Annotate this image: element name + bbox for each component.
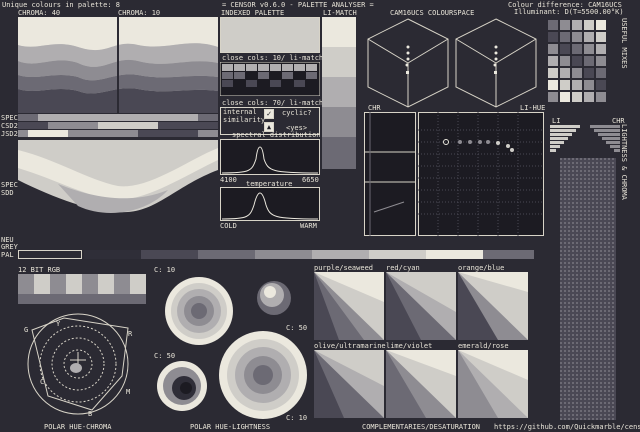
chroma-40-label: CHROMA: 40 [18, 9, 61, 17]
li-match-label: LI-MATCH [323, 9, 357, 17]
jsd2-label: JSD2 [1, 130, 18, 138]
hue-lightness-disc-c50-small [257, 281, 291, 315]
lightness-chroma-side-label: LIGHTNESS & CHROMA [620, 124, 628, 200]
li-hue-plot [418, 112, 544, 236]
csd2-label: CSD2 [1, 122, 18, 130]
pair-emerald-rose-label: emerald/rose [458, 342, 509, 350]
desaturation-triangle-red-cyan [386, 272, 456, 340]
wheel-b-label: B [88, 410, 93, 418]
li-bars-label: LI [552, 117, 561, 125]
indexed-palette-label: INDEXED PALETTE [221, 9, 285, 17]
spectral-distribution-chart [220, 139, 320, 175]
chroma-lightness-plot [18, 17, 218, 113]
useful-mixes-grid [548, 20, 606, 102]
desaturation-triangle-emerald-rose [458, 350, 528, 418]
pair-red-cyan-label: red/cyan [386, 264, 420, 272]
wheel-r-label: R [128, 330, 133, 338]
spec-label: SPEC [1, 114, 18, 122]
c50-left-label: C: 50 [154, 352, 176, 360]
pair-lime-violet-label: lime/violet [386, 342, 433, 350]
complementaries-label: COMPLEMENTARIES/DESATURATION [362, 423, 481, 431]
rgb12-label: 12 BIT RGB [18, 266, 61, 274]
grey-label: GREY [1, 243, 18, 251]
polar-hue-chroma-label: POLAR HUE-CHROMA [44, 423, 112, 431]
unique-colours-count: Unique colours in palette: 8 [2, 1, 121, 9]
palette-mix-column [560, 158, 616, 420]
close-cols-70-label: close cols: 70/ li-match [222, 99, 324, 107]
wheel-g-label: G [24, 326, 29, 334]
desaturation-triangle-purple-seaweed [314, 272, 384, 340]
rgb12-strip [18, 274, 146, 304]
pair-olive-ultramarine-label: olive/ultramarine [314, 342, 386, 350]
c10-top-label: C: 10 [154, 266, 176, 274]
chr-label: CHR [368, 104, 381, 112]
li-hue-label: LI-HUE [520, 104, 546, 112]
spec2-label: SPEC [1, 181, 18, 189]
close-cols-10-label: close cols: 10/ li-match [222, 54, 324, 62]
polar-hue-lightness-label: POLAR HUE-LIGHTNESS [190, 423, 271, 431]
wheel-m-label: M [126, 388, 131, 396]
neutral-grey-swatch [18, 250, 82, 259]
close-cols-10-matrix [220, 62, 320, 96]
desaturation-triangle-lime-violet [386, 350, 456, 418]
wheel-c-label: C [40, 378, 45, 386]
li-match-column [322, 17, 356, 169]
temperature-chart [220, 187, 320, 221]
palette-strip [84, 250, 534, 259]
spectral-distribution-label: spectral distribution [232, 131, 321, 139]
c10-bottom-label: C: 10 [286, 414, 308, 422]
wavelength-max: 6650 [302, 176, 319, 184]
cam16ucs-colourspace [367, 18, 537, 108]
illuminant-label: Illuminant: D(T=5500.00°K) [514, 8, 624, 16]
desaturation-triangle-olive-ultramarine [314, 350, 384, 418]
cam16ucs-label: CAM16UCS COLOURSPACE [390, 9, 475, 17]
useful-mixes-label: USEFUL MIXES [620, 18, 628, 69]
spectral-distribution-field [18, 140, 218, 232]
indexed-palette-grid [220, 17, 320, 53]
lightness-chroma-bars [550, 125, 620, 152]
polar-hue-chroma-wheel [27, 313, 129, 415]
desaturation-triangle-orange-blue [458, 272, 528, 340]
warm-label: WARM [300, 222, 317, 230]
pair-orange-blue-label: orange/blue [458, 264, 505, 272]
sdd-label: SDD [1, 189, 14, 197]
cyclic-checkbox[interactable]: ✓ [264, 109, 274, 119]
hue-lightness-disc-c50 [157, 361, 207, 411]
wavelength-min: 4100 [220, 176, 237, 184]
pal-label: PAL [1, 251, 14, 259]
internal-similarity-text: internal similarity [223, 108, 266, 124]
spectrum-strips [18, 114, 218, 137]
cyclic-label: cyclic? [282, 109, 312, 117]
app-title: = CENSOR v0.6.0 - PALETTE ANALYSER = [222, 1, 374, 9]
pair-purple-seaweed-label: purple/seaweed [314, 264, 374, 272]
github-link[interactable]: https://github.com/Quickmarble/censor [494, 423, 640, 431]
cold-label: COLD [220, 222, 237, 230]
wheel-y-label: Y [56, 320, 61, 328]
chroma-10-label: CHROMA: 10 [118, 9, 161, 17]
chroma-column-plot [364, 112, 416, 236]
hue-lightness-disc-c10-large [219, 331, 307, 419]
